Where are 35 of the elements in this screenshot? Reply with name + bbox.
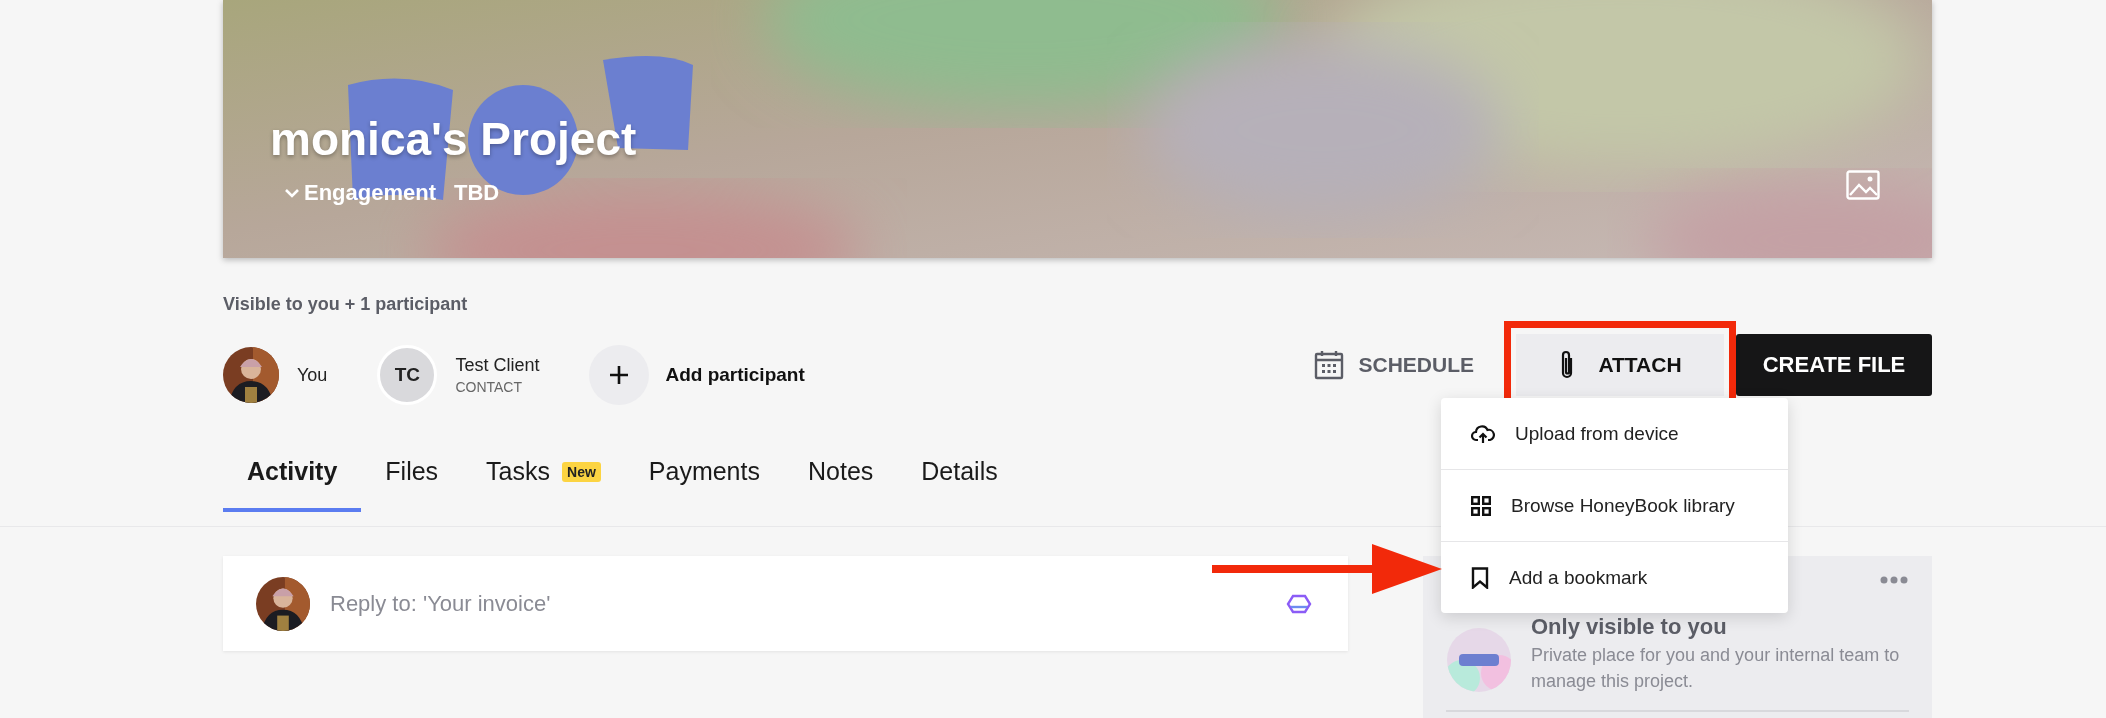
bookmark-icon xyxy=(1471,566,1489,589)
menu-item[interactable]: Browse HoneyBook library xyxy=(1441,469,1788,541)
menu-item-label: Browse HoneyBook library xyxy=(1511,494,1735,517)
create-file-button[interactable]: CREATE FILE xyxy=(1736,334,1932,396)
grid-icon xyxy=(1471,495,1491,516)
attach-button[interactable]: ATTACH xyxy=(1516,334,1724,396)
more-icon[interactable] xyxy=(1880,576,1908,584)
reply-field[interactable]: Reply to: 'Your invoice' xyxy=(328,589,1268,618)
project-title: monica's Project xyxy=(270,112,637,166)
panel-title: Only visible to you xyxy=(1531,614,1728,640)
visibility-text: Visible to you + 1 participant xyxy=(223,294,469,315)
panel-description: Private place for you and your internal team to manage this project. xyxy=(1531,644,1901,693)
participant-name: You xyxy=(297,364,328,386)
project-date: TBD xyxy=(454,180,500,206)
layers-icon[interactable] xyxy=(1286,592,1312,615)
tab[interactable]: Payments xyxy=(624,457,784,512)
menu-item[interactable]: Upload from device xyxy=(1441,398,1788,469)
chevron-down-icon[interactable] xyxy=(284,188,300,198)
tab[interactable]: Files xyxy=(361,457,463,512)
new-badge: New xyxy=(562,461,601,482)
menu-item-label: Add a bookmark xyxy=(1509,566,1648,589)
schedule-button[interactable]: SCHEDULE xyxy=(1314,350,1516,380)
participant-role: CONTACT xyxy=(455,379,523,395)
cloud-upload-icon xyxy=(1471,423,1495,444)
participant-initials: TC xyxy=(377,345,438,405)
add-participant-button[interactable]: Add participant xyxy=(589,345,805,405)
plus-icon xyxy=(609,365,630,385)
participant-name: Test Client xyxy=(455,355,540,376)
tab[interactable]: Tasks New xyxy=(462,457,625,512)
image-icon[interactable] xyxy=(1846,170,1880,200)
tab[interactable]: Notes xyxy=(784,457,898,512)
tab[interactable]: Activity xyxy=(223,457,362,512)
calendar-icon xyxy=(1314,350,1345,380)
tab[interactable]: Details xyxy=(897,457,1022,512)
menu-item-label: Upload from device xyxy=(1515,422,1679,445)
